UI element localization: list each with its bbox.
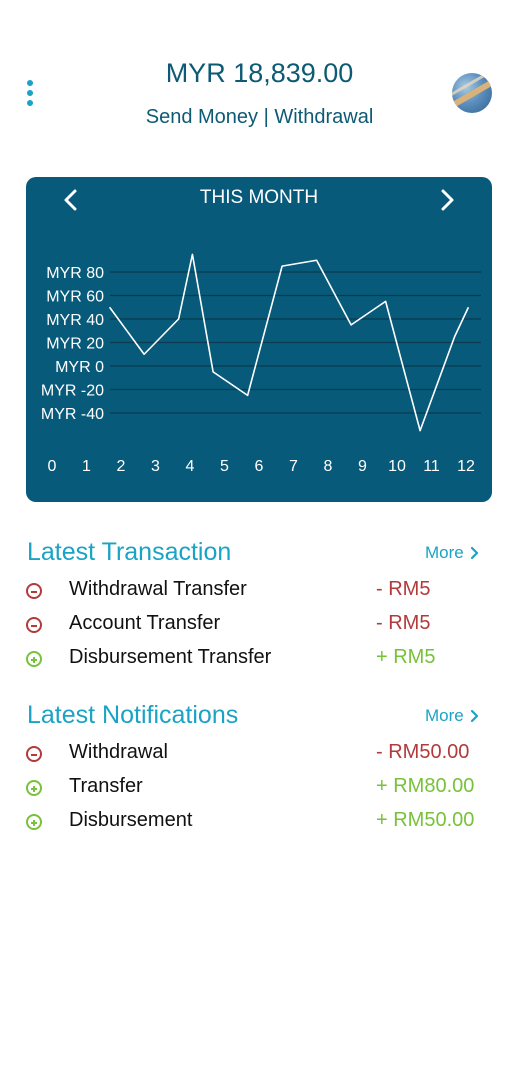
notification-label: Disbursement	[69, 809, 193, 831]
more-label: More	[425, 543, 464, 562]
plus-circle-icon	[26, 780, 42, 796]
transaction-row[interactable]: Account Transfer - RM5	[26, 612, 496, 640]
quick-actions: Send Money | Withdrawal	[0, 106, 519, 129]
x-tick-label: 12	[457, 458, 475, 475]
x-tick-label: 1	[82, 458, 91, 475]
line-chart: MYR 80 MYR 60 MYR 40 MYR 20 MYR 0 MYR -20 MYR …	[41, 253, 481, 475]
x-tick-label: 4	[186, 458, 195, 475]
minus-circle-icon	[26, 583, 42, 599]
x-tick-label: 6	[255, 458, 264, 475]
action-separator: |	[258, 106, 275, 128]
y-tick-label: MYR -20	[41, 383, 104, 400]
minus-circle-icon	[26, 746, 42, 762]
y-tick-label: MYR 0	[55, 359, 104, 376]
y-tick-label: MYR 60	[46, 289, 104, 306]
notification-row[interactable]: Disbursement + RM50.00	[26, 809, 496, 837]
transaction-label: Withdrawal Transfer	[69, 578, 247, 600]
x-tick-label: 3	[151, 458, 160, 475]
y-tick-label: MYR 20	[46, 336, 104, 353]
x-tick-label: 11	[423, 458, 440, 475]
transaction-amount: - RM5	[376, 612, 431, 634]
notification-amount: + RM80.00	[376, 775, 475, 797]
x-tick-label: 2	[117, 458, 126, 475]
x-tick-label: 5	[220, 458, 229, 475]
x-tick-label: 7	[289, 458, 298, 475]
more-label: More	[425, 706, 464, 725]
y-tick-label: MYR 40	[46, 312, 104, 329]
x-tick-label: 10	[388, 458, 406, 475]
notification-amount: + RM50.00	[376, 809, 475, 831]
x-tick-label: 8	[324, 458, 333, 475]
send-money-link[interactable]: Send Money	[146, 106, 258, 128]
monthly-chart-card: THIS MONTH MYR 80 MYR 60 MYR 40 MYR 20 MYR 0…	[26, 177, 492, 502]
notifications-more-link[interactable]: More	[425, 706, 480, 726]
plus-circle-icon	[26, 651, 42, 667]
latest-transaction-title: Latest Transaction	[27, 538, 232, 566]
plus-circle-icon	[26, 814, 42, 830]
app-header: MYR 18,839.00 Send Money | Withdrawal	[0, 0, 519, 150]
chevron-right-icon	[470, 546, 478, 560]
transaction-label: Disbursement Transfer	[69, 646, 272, 668]
notification-label: Transfer	[69, 775, 143, 797]
y-tick-label: MYR -40	[41, 406, 104, 423]
x-tick-label: 9	[358, 458, 367, 475]
transaction-row[interactable]: Withdrawal Transfer - RM5	[26, 578, 496, 606]
transaction-label: Account Transfer	[69, 612, 221, 634]
notification-label: Withdrawal	[69, 741, 168, 763]
chevron-right-icon	[470, 709, 478, 723]
transaction-row[interactable]: Disbursement Transfer + RM5	[26, 646, 496, 674]
latest-notifications-title: Latest Notifications	[27, 701, 239, 729]
minus-circle-icon	[26, 617, 42, 633]
withdrawal-link[interactable]: Withdrawal	[274, 106, 373, 128]
transactions-more-link[interactable]: More	[425, 543, 480, 563]
notification-row[interactable]: Transfer + RM80.00	[26, 775, 496, 803]
transaction-amount: - RM5	[376, 578, 431, 600]
y-tick-label: MYR 80	[46, 265, 104, 282]
notification-row[interactable]: Withdrawal - RM50.00	[26, 741, 496, 769]
notification-amount: - RM50.00	[376, 741, 470, 763]
x-tick-label: 0	[48, 458, 57, 475]
transaction-amount: + RM5	[376, 646, 436, 668]
avatar[interactable]	[452, 73, 492, 113]
balance-amount: MYR 18,839.00	[165, 58, 354, 88]
